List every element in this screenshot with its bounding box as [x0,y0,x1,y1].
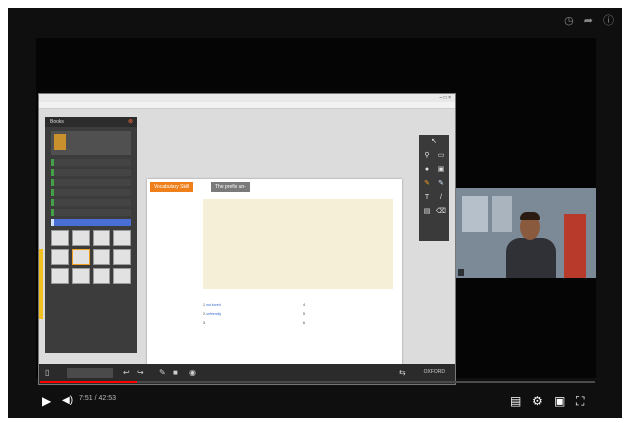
unit-item[interactable] [51,199,131,206]
page-thumbnail[interactable] [51,230,69,246]
text-tool-icon[interactable]: T [422,193,432,203]
pin-tool-icon[interactable]: ● [422,165,432,175]
toggle-icon[interactable]: ⇆ [399,368,406,378]
page-thumbnail[interactable] [92,268,111,284]
book-card[interactable] [51,131,131,155]
unit-item-selected[interactable] [51,219,131,226]
page-thumbnail[interactable] [113,268,131,284]
image-tool-icon[interactable]: ▤ [422,207,432,217]
answer-item[interactable]: 4 [303,303,393,308]
reader-workspace: Books ⊗ Vocabulary Skill The prefix un- … [39,109,455,384]
person-hair [520,212,540,220]
play-icon[interactable]: ▶ [42,394,51,408]
annotation-toolbox: ↖ ⚲ ▭ ● ▣ ✎ ✎ T / ▤ ⌫ [419,135,449,241]
progress-bar[interactable] [40,381,595,383]
page-thumbnail[interactable] [113,249,131,265]
red-door [564,214,586,278]
miniplayer-icon[interactable]: ▣ [554,394,565,408]
page-thumbnail[interactable] [51,249,69,265]
answer-grid: 1 not bored 4 2 unfriendly 5 3 6 [203,303,393,326]
page-tool-icon[interactable]: ▭ [436,151,446,161]
book-page[interactable]: Vocabulary Skill The prefix un- 1 not bo… [147,179,402,379]
back-arrow-icon[interactable]: ↩ [123,368,130,378]
answer-fill: unfriendly [205,312,222,316]
eraser-tool-icon[interactable]: ⌫ [436,207,446,217]
sidebar-header-label: Books [50,119,64,125]
video-frame[interactable]: – □ × Books ⊗ Vocabulary Skill The prefi… [36,38,596,385]
webcam-feed [456,188,596,278]
pen-tool-icon[interactable]: ✎ [422,179,432,189]
fullscreen-icon[interactable]: ⛶ [576,394,584,408]
answer-number: 3 [203,321,205,325]
subtitles-icon[interactable]: ▤ [510,394,521,408]
page-thumbnail[interactable] [71,230,90,246]
answer-number: 4 [303,303,305,307]
volume-icon[interactable]: ◀) [62,394,73,408]
webcam-label [458,269,464,276]
person-body [506,238,556,278]
page-thumbnail[interactable] [92,249,111,265]
book-sidebar: Books ⊗ [45,117,137,353]
shared-app-window: – □ × Books ⊗ Vocabulary Skill The prefi… [38,93,456,385]
window-pane [462,196,488,232]
page-thumbnail[interactable] [51,268,69,284]
page-thumbnail[interactable] [71,268,90,284]
share-icon[interactable]: ➦ [584,14,593,28]
answer-item[interactable]: 1 not bored [203,303,293,308]
unit-item[interactable] [51,159,131,166]
video-player: ◷ ➦ ⓘ – □ × Books ⊗ Vocabulary Skill The… [8,8,622,418]
zoom-tool-icon[interactable]: ⚲ [422,151,432,161]
unit-item[interactable] [51,209,131,216]
info-icon[interactable]: ⓘ [603,14,614,28]
unit-item[interactable] [51,189,131,196]
exercise: 1 not bored 4 2 unfriendly 5 3 6 [203,297,393,326]
pencil-icon[interactable]: ✎ [159,368,166,378]
answer-item[interactable]: 5 [303,312,393,317]
unit-item[interactable] [51,169,131,176]
page-thumbnail-selected[interactable] [71,249,90,265]
close-sidebar-icon[interactable]: ⊗ [128,117,133,127]
book-cover [54,134,66,150]
settings-gear-icon[interactable]: ⚙ [532,394,543,408]
top-icons: ◷ ➦ ⓘ [564,14,614,28]
answer-number: 1 [203,303,205,307]
page-navigator[interactable] [67,368,113,378]
page-thumbnail[interactable] [113,230,131,246]
screen-icon[interactable]: ■ [173,368,178,378]
forward-arrow-icon[interactable]: ↪ [137,368,144,378]
section-title: The prefix un- [211,182,250,192]
answer-item[interactable]: 2 unfriendly [203,312,293,317]
note-tool-icon[interactable]: ▣ [436,165,446,175]
progress-played [40,381,138,383]
publisher-logo: OXFORD [423,369,445,375]
answer-item[interactable]: 6 [303,321,393,326]
bookmark-icon[interactable]: ▯ [45,368,49,378]
sidebar-header: Books ⊗ [45,117,137,127]
answer-number: 6 [303,321,305,325]
window-title-bar: – □ × [39,94,455,102]
ring-icon[interactable]: ◉ [189,368,196,378]
section-tag: Vocabulary Skill [150,182,194,192]
line-tool-icon[interactable]: / [436,193,446,203]
move-tool-icon[interactable]: ↖ [429,137,439,147]
window-controls[interactable]: – □ × [440,94,452,102]
answer-number: 2 [203,312,205,316]
clock-icon[interactable]: ◷ [564,14,574,28]
sidebar-handle[interactable] [39,249,43,319]
info-box [203,199,393,289]
window-pane [492,196,512,232]
unit-item[interactable] [51,179,131,186]
page-thumbnail[interactable] [92,230,111,246]
window-menu[interactable] [39,102,455,109]
answer-fill: not bored [205,303,221,307]
answer-item[interactable]: 3 [203,321,293,326]
player-top-bar: ◷ ➦ ⓘ [8,8,622,36]
answer-number: 5 [303,312,305,316]
page-thumbnails [51,230,131,284]
time-display: 7:51 / 42:53 [79,395,116,402]
player-controls: ▶ ◀) 7:51 / 42:53 ▤ ⚙ ▣ ⛶ [8,384,622,418]
highlighter-tool-icon[interactable]: ✎ [436,179,446,189]
